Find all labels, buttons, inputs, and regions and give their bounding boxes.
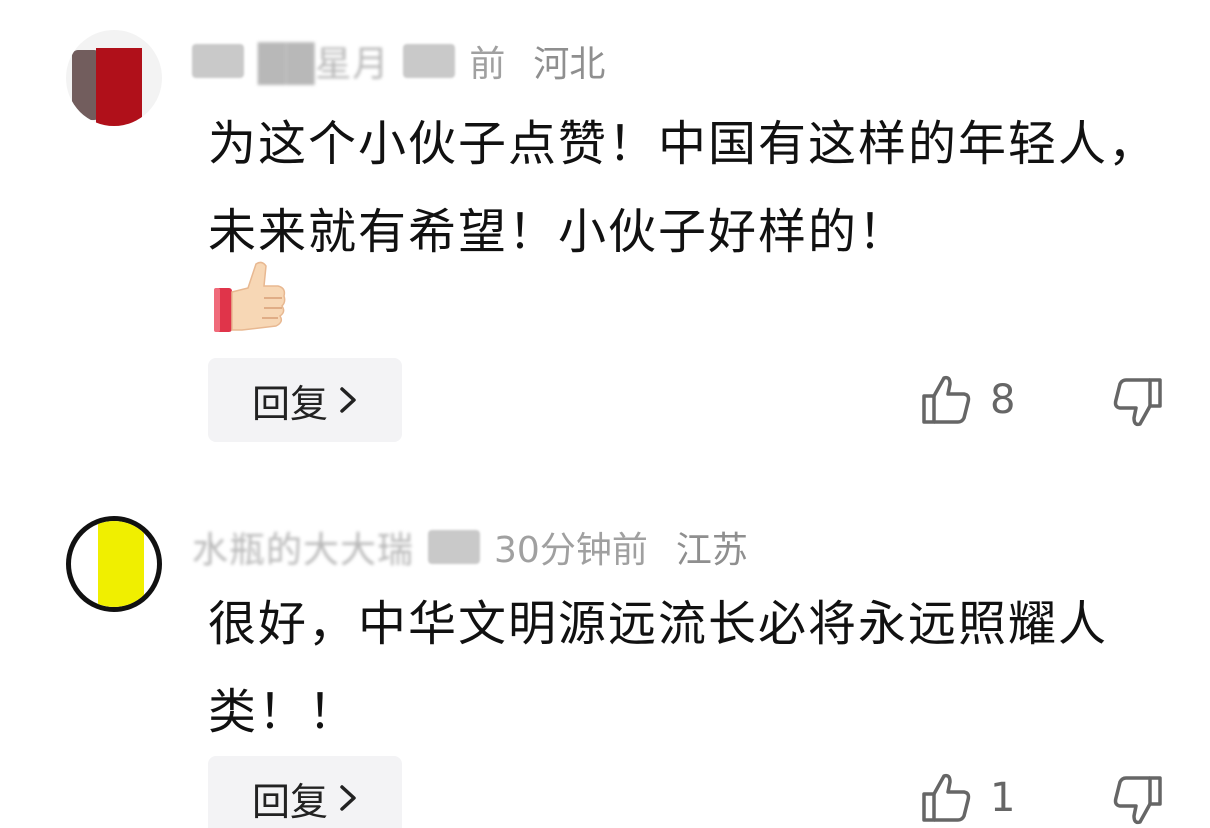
comment-location: 江苏 (675, 530, 748, 571)
like-count: 8 (990, 377, 1016, 423)
comment-text: 很好，中华文明源远流长必将永远照耀人类！！ (208, 596, 1109, 740)
like-button[interactable]: 8 (920, 374, 1015, 426)
chevron-right-icon (340, 785, 356, 811)
avatar[interactable] (66, 516, 162, 612)
author-name[interactable]: ██星月 (258, 35, 389, 87)
reply-label: 回复 (251, 779, 328, 824)
thumbs-down-outline-icon[interactable] (1112, 376, 1164, 428)
avatar[interactable] (66, 30, 162, 126)
thumbs-up-emoji-icon (214, 261, 286, 332)
reply-button[interactable]: 回复 (208, 358, 402, 442)
author-name[interactable]: 水瓶的大大瑞 (192, 521, 414, 573)
avatar-blur-mosaic (96, 48, 142, 126)
thumbs-up-outline-icon (922, 375, 971, 424)
reply-button[interactable]: 回复 (208, 756, 402, 828)
time-mosaic (403, 44, 456, 78)
like-count: 1 (990, 775, 1016, 821)
thumbs-up-outline-icon (922, 773, 971, 822)
comment-time: 30分钟前 (494, 530, 648, 571)
avatar-blur-mosaic (98, 521, 144, 607)
comment-item: ██星月 前 河北 为这个小伙子点赞！中国有这样的年轻人，未来就有希望！小伙子好… (0, 0, 1210, 442)
comment-item: 水瓶的大大瑞 30分钟前 江苏 很好，中华文明源远流长必将永远照耀人类！！ 回复… (0, 486, 1210, 828)
time-mosaic (428, 530, 481, 564)
comment-time: 前 (469, 44, 506, 85)
like-button[interactable]: 1 (920, 772, 1015, 824)
chevron-right-icon (340, 387, 356, 413)
comment-location: 河北 (533, 44, 606, 85)
comment-text: 为这个小伙子点赞！中国有这样的年轻人，未来就有希望！小伙子好样的！ (208, 116, 1159, 260)
name-mosaic (192, 44, 244, 78)
comment-meta: 水瓶的大大瑞 30分钟前 江苏 (192, 522, 748, 572)
comment-meta: ██星月 前 河北 (192, 36, 605, 86)
thumbs-down-outline-icon[interactable] (1112, 774, 1164, 826)
reply-label: 回复 (251, 381, 328, 426)
